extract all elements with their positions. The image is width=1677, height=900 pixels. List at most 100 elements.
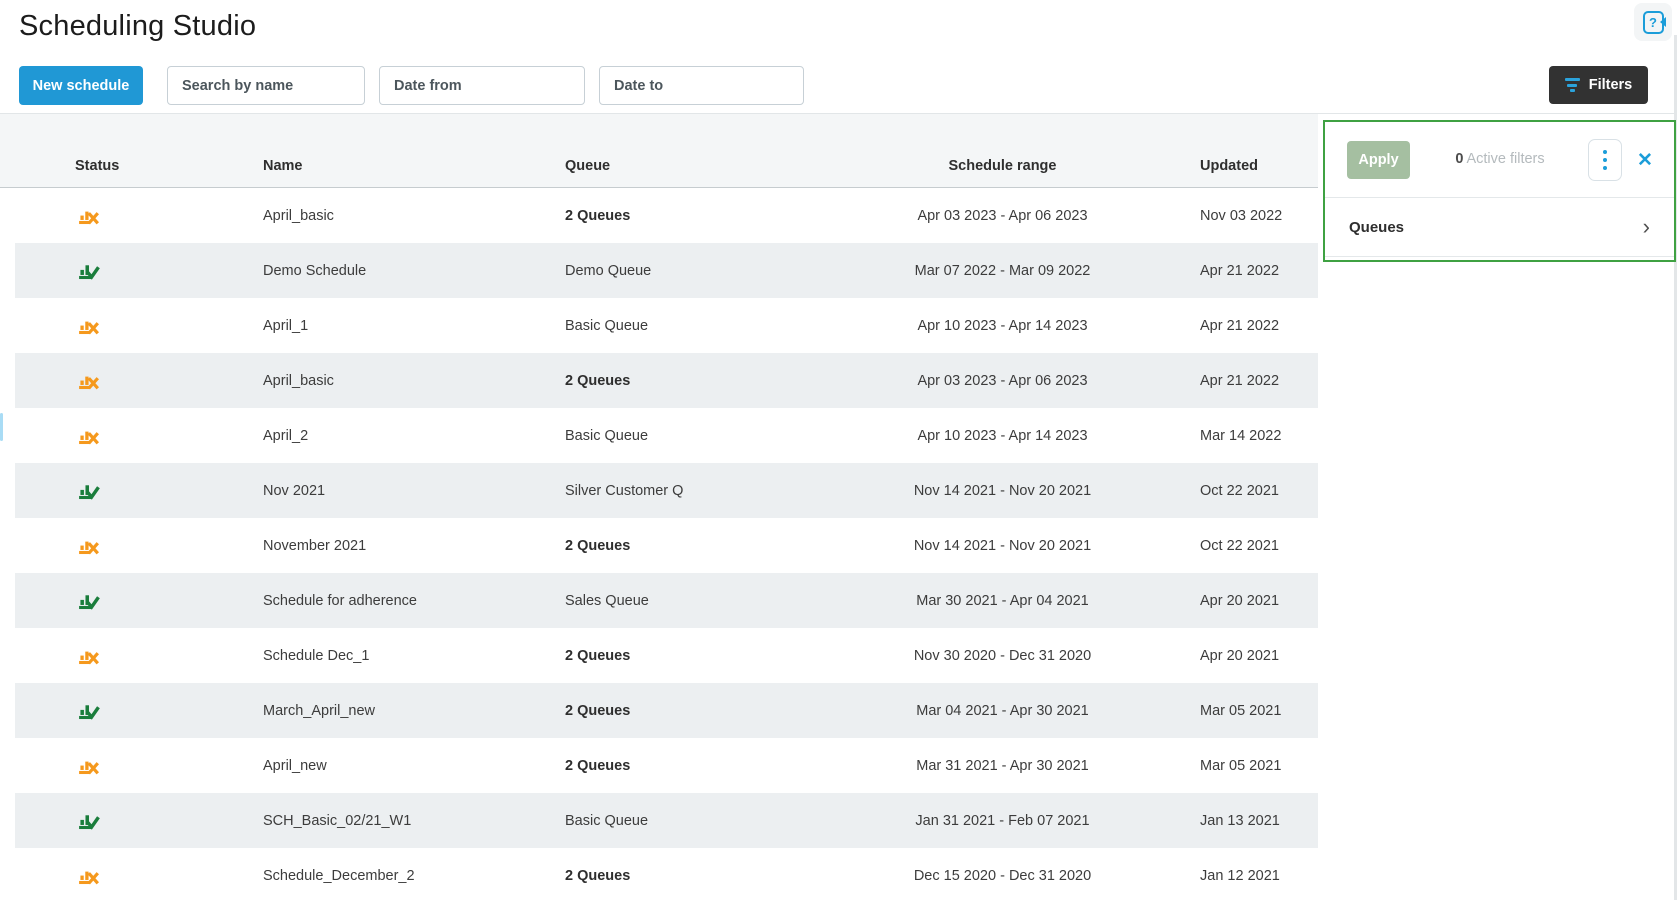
table-row[interactable]: Demo Schedule Demo Queue Mar 07 2022 - M… <box>15 243 1318 298</box>
column-header-updated[interactable]: Updated <box>1200 158 1258 174</box>
schedule-updated: Nov 03 2022 <box>1200 208 1282 224</box>
schedule-name: November 2021 <box>263 538 366 554</box>
status-cell <box>78 810 100 832</box>
new-schedule-button[interactable]: New schedule <box>19 66 143 105</box>
status-cell <box>78 700 100 722</box>
status-cell <box>78 480 100 502</box>
status-cell <box>78 370 100 392</box>
status-cell <box>78 260 100 282</box>
schedule-range: Nov 30 2020 - Dec 31 2020 <box>880 648 1125 664</box>
table-row[interactable]: Schedule for adherence Sales Queue Mar 3… <box>15 573 1318 628</box>
status-cell <box>78 645 100 667</box>
schedule-queue: Basic Queue <box>565 318 648 334</box>
schedule-updated: Apr 21 2022 <box>1200 373 1279 389</box>
help-icon: ? <box>1643 11 1664 34</box>
schedule-name: SCH_Basic_02/21_W1 <box>263 813 411 829</box>
search-input[interactable] <box>167 66 365 105</box>
schedule-range: Apr 10 2023 - Apr 14 2023 <box>880 428 1125 444</box>
chevron-right-icon: › <box>1643 216 1650 238</box>
column-header-status[interactable]: Status <box>75 158 119 174</box>
filter-section-queues[interactable]: Queues › <box>1325 198 1674 257</box>
not-published-status-icon <box>78 205 100 227</box>
page-title: Scheduling Studio <box>19 10 256 43</box>
schedule-queue: Demo Queue <box>565 263 651 279</box>
schedule-range: Apr 03 2023 - Apr 06 2023 <box>880 373 1125 389</box>
filters-panel-header: Apply 0Active filters ✕ <box>1325 122 1674 198</box>
schedule-name: Schedule_December_2 <box>263 868 415 884</box>
filter-icon <box>1565 78 1580 92</box>
schedule-range: Mar 07 2022 - Mar 09 2022 <box>880 263 1125 279</box>
schedule-range: Apr 10 2023 - Apr 14 2023 <box>880 318 1125 334</box>
status-cell <box>78 590 100 612</box>
schedule-name: Schedule for adherence <box>263 593 417 609</box>
schedule-queue: Basic Queue <box>565 428 648 444</box>
schedule-queue: Silver Customer Q <box>565 483 683 499</box>
table-row[interactable]: March_April_new 2 Queues Mar 04 2021 - A… <box>15 683 1318 738</box>
schedule-name: April_1 <box>263 318 308 334</box>
not-published-status-icon <box>78 535 100 557</box>
left-scrollbar-thumb[interactable] <box>0 413 3 441</box>
table-row[interactable]: April_basic 2 Queues Apr 03 2023 - Apr 0… <box>15 188 1318 243</box>
schedule-range: Mar 31 2021 - Apr 30 2021 <box>880 758 1125 774</box>
column-header-schedule-range[interactable]: Schedule range <box>880 158 1125 174</box>
table-row[interactable]: Schedule Dec_1 2 Queues Nov 30 2020 - De… <box>15 628 1318 683</box>
filter-section-label: Queues <box>1349 219 1404 236</box>
schedule-name: April_new <box>263 758 327 774</box>
filters-panel: Apply 0Active filters ✕ Queues › <box>1323 120 1676 262</box>
table-row[interactable]: April_1 Basic Queue Apr 10 2023 - Apr 14… <box>15 298 1318 353</box>
filters-button-label: Filters <box>1589 77 1633 93</box>
table-row[interactable]: Nov 2021 Silver Customer Q Nov 14 2021 -… <box>15 463 1318 518</box>
schedule-updated: Apr 21 2022 <box>1200 318 1279 334</box>
schedule-queue: 2 Queues <box>565 703 630 719</box>
not-published-status-icon <box>78 425 100 447</box>
not-published-status-icon <box>78 755 100 777</box>
table-row[interactable]: Schedule_December_2 2 Queues Dec 15 2020… <box>15 848 1318 900</box>
schedule-name: Nov 2021 <box>263 483 325 499</box>
column-header-name[interactable]: Name <box>263 158 303 174</box>
table-row[interactable]: April_new 2 Queues Mar 31 2021 - Apr 30 … <box>15 738 1318 793</box>
schedule-name: Schedule Dec_1 <box>263 648 369 664</box>
schedule-name: April_2 <box>263 428 308 444</box>
schedule-updated: Jan 13 2021 <box>1200 813 1280 829</box>
date-from-input[interactable] <box>379 66 585 105</box>
table-row[interactable]: November 2021 2 Queues Nov 14 2021 - Nov… <box>15 518 1318 573</box>
table-row[interactable]: April_basic 2 Queues Apr 03 2023 - Apr 0… <box>15 353 1318 408</box>
status-cell <box>78 425 100 447</box>
schedule-range: Apr 03 2023 - Apr 06 2023 <box>880 208 1125 224</box>
schedule-updated: Mar 05 2021 <box>1200 758 1281 774</box>
schedule-range: Jan 31 2021 - Feb 07 2021 <box>880 813 1125 829</box>
active-filters-label: Active filters <box>1466 151 1544 167</box>
published-status-icon <box>78 480 100 502</box>
schedule-range: Nov 14 2021 - Nov 20 2021 <box>880 538 1125 554</box>
published-status-icon <box>78 260 100 282</box>
schedule-queue: 2 Queues <box>565 868 630 884</box>
active-filters-status: 0Active filters <box>1425 151 1575 167</box>
published-status-icon <box>78 810 100 832</box>
apply-button[interactable]: Apply <box>1347 141 1410 179</box>
schedule-updated: Mar 14 2022 <box>1200 428 1281 444</box>
table-row[interactable]: SCH_Basic_02/21_W1 Basic Queue Jan 31 20… <box>15 793 1318 848</box>
status-cell <box>78 755 100 777</box>
schedule-updated: Mar 05 2021 <box>1200 703 1281 719</box>
more-options-button[interactable] <box>1588 139 1622 181</box>
date-to-input[interactable] <box>599 66 804 105</box>
not-published-status-icon <box>78 370 100 392</box>
schedule-queue: 2 Queues <box>565 373 630 389</box>
published-status-icon <box>78 700 100 722</box>
published-status-icon <box>78 590 100 612</box>
schedule-name: March_April_new <box>263 703 375 719</box>
schedule-name: Demo Schedule <box>263 263 366 279</box>
status-cell <box>78 865 100 887</box>
table-row[interactable]: April_2 Basic Queue Apr 10 2023 - Apr 14… <box>15 408 1318 463</box>
schedule-updated: Oct 22 2021 <box>1200 538 1279 554</box>
scheduling-studio-app: Scheduling Studio ? New schedule Filters… <box>0 0 1677 900</box>
schedule-updated: Apr 20 2021 <box>1200 593 1279 609</box>
schedule-updated: Apr 21 2022 <box>1200 263 1279 279</box>
schedule-queue: 2 Queues <box>565 208 630 224</box>
schedule-range: Mar 30 2021 - Apr 04 2021 <box>880 593 1125 609</box>
column-header-queue[interactable]: Queue <box>565 158 610 174</box>
schedule-queue: 2 Queues <box>565 758 630 774</box>
close-filters-button[interactable]: ✕ <box>1631 147 1659 175</box>
filters-button[interactable]: Filters <box>1549 66 1648 104</box>
help-button[interactable]: ? <box>1634 3 1672 41</box>
